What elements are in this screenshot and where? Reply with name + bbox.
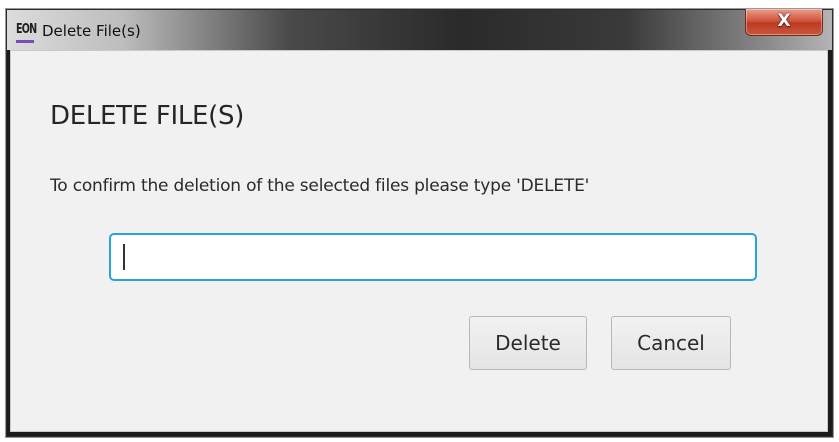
confirm-instruction: To confirm the deletion of the selected … [50,176,590,196]
confirm-delete-input[interactable] [109,233,757,281]
dialog-window: EON Delete File(s) X DELETE FILE(S) To c… [6,9,833,437]
dialog-body: DELETE FILE(S) To confirm the deletion o… [10,50,828,432]
window-title: Delete File(s) [42,22,141,40]
dialog-heading: DELETE FILE(S) [50,101,245,131]
eon-logo-icon: EON [16,22,37,37]
cancel-button[interactable]: Cancel [611,316,731,370]
logo-accent-bar [16,40,34,43]
close-icon: X [777,11,791,31]
close-button[interactable]: X [745,9,823,36]
delete-button[interactable]: Delete [469,316,587,370]
title-bar[interactable]: EON Delete File(s) X [7,9,832,50]
text-cursor [123,244,125,270]
